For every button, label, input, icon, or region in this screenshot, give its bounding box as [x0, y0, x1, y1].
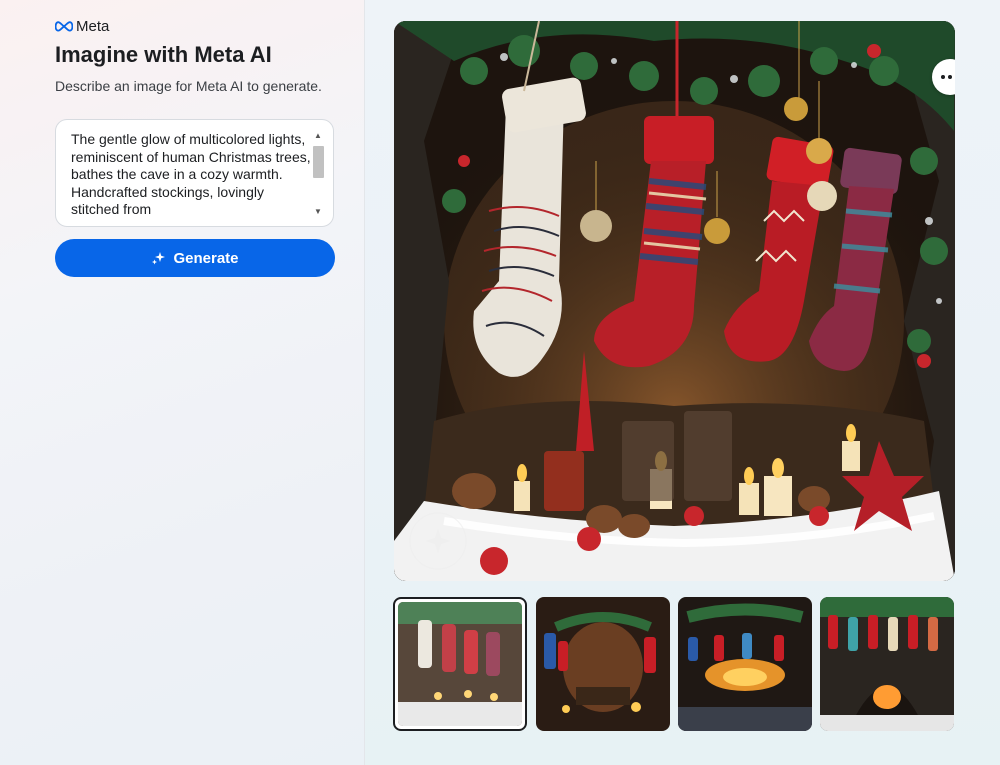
scroll-thumb[interactable]	[313, 146, 324, 178]
scroll-up-arrow-icon[interactable]: ▲	[311, 130, 325, 142]
prompt-panel: Meta Imagine with Meta AI Describe an im…	[0, 0, 365, 765]
thumbnail-3[interactable]	[678, 597, 812, 731]
prompt-text[interactable]: The gentle glow of multicolored lights, …	[71, 131, 311, 219]
meta-logo[interactable]: Meta	[55, 18, 109, 35]
thumbnail-4[interactable]	[820, 597, 954, 731]
result-panel	[365, 0, 1000, 765]
meta-wordmark: Meta	[76, 18, 110, 35]
more-horizontal-icon	[941, 75, 952, 79]
scroll-down-arrow-icon[interactable]: ▼	[311, 206, 325, 218]
generate-label: Generate	[173, 249, 239, 267]
prompt-scrollbar[interactable]: ▲ ▼	[311, 130, 325, 218]
page-subtitle: Describe an image for Meta AI to generat…	[55, 78, 322, 94]
thumbnail-2[interactable]	[536, 597, 670, 731]
generated-image[interactable]	[394, 21, 955, 581]
stockings-cave-illustration	[394, 21, 955, 581]
generate-button[interactable]: Generate	[55, 239, 335, 277]
meta-infinity-icon	[55, 21, 73, 32]
page-title: Imagine with Meta AI	[55, 42, 272, 67]
thumbnail-1[interactable]	[393, 597, 527, 731]
prompt-textarea[interactable]: The gentle glow of multicolored lights, …	[55, 119, 334, 227]
sparkle-icon	[152, 251, 166, 264]
